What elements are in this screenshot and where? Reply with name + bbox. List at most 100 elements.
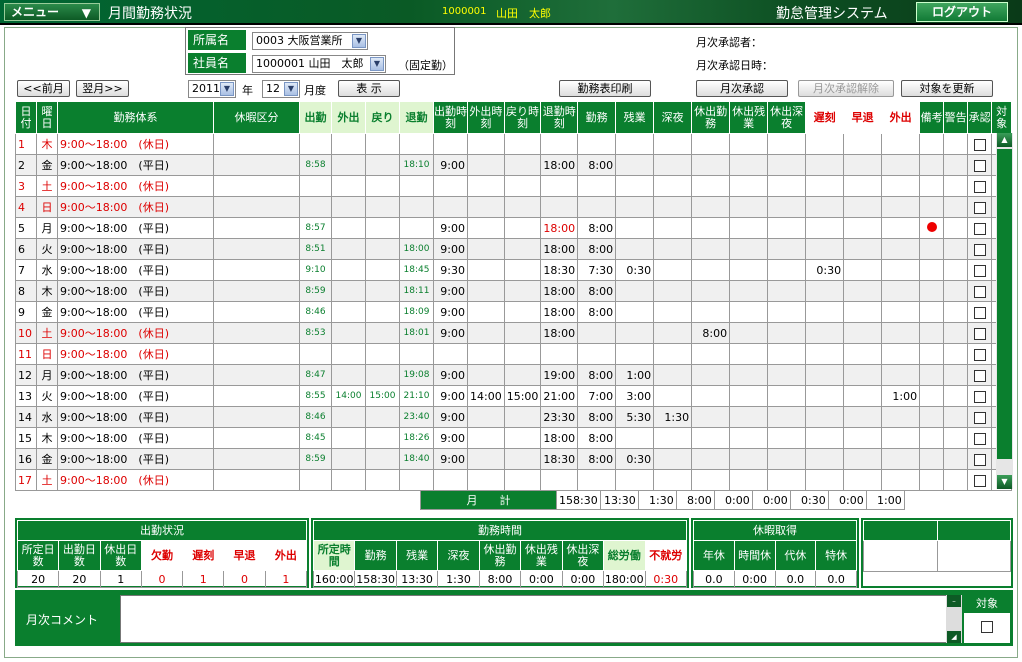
leave-type-cell bbox=[213, 196, 300, 218]
worktime-summary-value: 13:30 bbox=[395, 570, 439, 588]
approve-checkbox[interactable] bbox=[973, 222, 986, 235]
approve-checkbox[interactable] bbox=[973, 453, 986, 466]
cell-cout: 18:26 bbox=[399, 427, 434, 449]
approve-checkbox[interactable] bbox=[973, 411, 986, 424]
approve-checkbox-cell bbox=[967, 427, 993, 449]
grid-header: 出勤時刻 bbox=[433, 101, 468, 134]
table-row[interactable]: 10 土 9:00～18:00 (休日) 8:53 18:01 9:00 18:00 8:00 bbox=[15, 322, 1013, 344]
cell-outt bbox=[881, 427, 921, 449]
scroll-down-icon[interactable]: ◢ bbox=[947, 631, 961, 643]
approve-checkbox[interactable] bbox=[973, 390, 986, 403]
cell-cin bbox=[299, 196, 332, 218]
cell-outt bbox=[881, 343, 921, 365]
approve-checkbox-cell bbox=[967, 364, 993, 386]
approve-checkbox[interactable] bbox=[973, 159, 986, 172]
menu-button[interactable]: メニュー ▼ bbox=[4, 3, 100, 21]
monthly-comment-input[interactable] bbox=[120, 595, 958, 643]
cell-gout bbox=[331, 322, 366, 344]
day-cell: 2 bbox=[15, 154, 37, 176]
cell-gout bbox=[331, 406, 366, 428]
cell-gout bbox=[331, 301, 366, 323]
day-cell: 9 bbox=[15, 301, 37, 323]
weekday-cell: 火 bbox=[36, 238, 58, 260]
warning-cell bbox=[943, 238, 969, 260]
approve-checkbox[interactable] bbox=[973, 180, 986, 193]
comment-target-checkbox[interactable] bbox=[981, 621, 993, 633]
approve-checkbox[interactable] bbox=[973, 306, 986, 319]
table-row[interactable]: 8 木 9:00～18:00 (平日) 8:59 18:11 9:00 18:00 8:00 bbox=[15, 280, 1013, 302]
attendance-summary-header: 外出 bbox=[264, 540, 308, 571]
cell-work: 8:00 bbox=[577, 427, 617, 449]
grid-header: 備考 bbox=[919, 101, 945, 134]
cell-t_in bbox=[433, 343, 468, 365]
table-row[interactable]: 9 金 9:00～18:00 (平日) 8:46 18:09 9:00 18:00 8:00 bbox=[15, 301, 1013, 323]
cell-early bbox=[843, 469, 883, 491]
cell-night bbox=[653, 133, 693, 155]
total-outing: 1:00 bbox=[865, 490, 905, 510]
cell-night bbox=[653, 448, 693, 470]
note-dot-icon[interactable] bbox=[926, 221, 937, 232]
scroll-down-icon[interactable]: ▼ bbox=[997, 475, 1012, 489]
approve-checkbox[interactable] bbox=[973, 285, 986, 298]
office-select[interactable]: 0003 大阪営業所 ▼ bbox=[252, 32, 368, 50]
table-row[interactable]: 4 日 9:00～18:00 (休日) bbox=[15, 196, 1013, 218]
table-row[interactable]: 2 金 9:00～18:00 (平日) 8:58 18:10 9:00 18:00 8:00 bbox=[15, 154, 1013, 176]
approve-checkbox[interactable] bbox=[973, 432, 986, 445]
prev-month-button[interactable]: <<前月 bbox=[17, 80, 70, 97]
note-cell bbox=[919, 406, 945, 428]
approve-checkbox[interactable] bbox=[973, 201, 986, 214]
refresh-target-button[interactable]: 対象を更新 bbox=[901, 80, 993, 97]
weekday-cell: 月 bbox=[36, 217, 58, 239]
scroll-thumb[interactable] bbox=[997, 149, 1012, 459]
table-row[interactable]: 5 月 9:00～18:00 (平日) 8:57 9:00 18:00 8:00 bbox=[15, 217, 1013, 239]
cell-hn bbox=[767, 469, 807, 491]
cell-t_go bbox=[467, 196, 505, 218]
approve-checkbox[interactable] bbox=[973, 348, 986, 361]
employee-select[interactable]: 1000001 山田 太郎 ▼ bbox=[252, 55, 386, 73]
table-row[interactable]: 16 金 9:00～18:00 (平日) 8:59 18:40 9:00 18:30 8:00… bbox=[15, 448, 1013, 470]
table-row[interactable]: 11 日 9:00～18:00 (休日) bbox=[15, 343, 1013, 365]
table-row[interactable]: 12 月 9:00～18:00 (平日) 8:47 19:08 9:00 19:00 8:00… bbox=[15, 364, 1013, 386]
cell-night bbox=[653, 343, 693, 365]
comment-scrollbar[interactable]: – ◢ bbox=[946, 595, 962, 643]
note-cell bbox=[919, 364, 945, 386]
note-cell bbox=[919, 154, 945, 176]
display-button[interactable]: 表 示 bbox=[338, 80, 400, 97]
weekday-cell: 土 bbox=[36, 322, 58, 344]
cell-ot bbox=[615, 301, 655, 323]
year-select[interactable]: 2011 ▼ bbox=[188, 80, 236, 98]
cell-t_out: 18:00 bbox=[540, 238, 579, 260]
approve-checkbox[interactable] bbox=[973, 474, 986, 487]
approve-checkbox[interactable] bbox=[973, 243, 986, 256]
scroll-up-icon[interactable]: ▲ bbox=[997, 133, 1012, 147]
cell-cout: 19:08 bbox=[399, 364, 434, 386]
table-row[interactable]: 7 水 9:00～18:00 (平日) 9:10 18:45 9:30 18:30 7:30 0… bbox=[15, 259, 1013, 281]
cell-gout bbox=[331, 133, 366, 155]
note-cell bbox=[919, 280, 945, 302]
table-row[interactable]: 15 木 9:00～18:00 (平日) 8:45 18:26 9:00 18:00 8:00 bbox=[15, 427, 1013, 449]
table-row[interactable]: 3 土 9:00～18:00 (休日) bbox=[15, 175, 1013, 197]
logout-button[interactable]: ログアウト bbox=[916, 2, 1008, 22]
cell-gout bbox=[331, 196, 366, 218]
cell-gback bbox=[365, 301, 400, 323]
table-row[interactable]: 6 火 9:00～18:00 (平日) 8:51 18:00 9:00 18:00 8:00 bbox=[15, 238, 1013, 260]
table-row[interactable]: 13 火 9:00～18:00 (平日) 8:55 14:00 15:00 21:10 9:0… bbox=[15, 385, 1013, 407]
approve-button[interactable]: 月次承認 bbox=[696, 80, 788, 97]
cell-hn bbox=[767, 238, 807, 260]
grid-scrollbar[interactable]: ▲ ▼ bbox=[996, 133, 1013, 489]
cell-hn bbox=[767, 406, 807, 428]
table-row[interactable]: 17 土 9:00～18:00 (休日) bbox=[15, 469, 1013, 491]
approve-checkbox[interactable] bbox=[973, 264, 986, 277]
approve-checkbox[interactable] bbox=[973, 369, 986, 382]
worktime-summary-header: 不就労 bbox=[644, 540, 687, 571]
approve-checkbox[interactable] bbox=[973, 138, 986, 151]
weekday-cell: 木 bbox=[36, 133, 58, 155]
approve-checkbox[interactable] bbox=[973, 327, 986, 340]
table-row[interactable]: 1 木 9:00～18:00 (休日) bbox=[15, 133, 1013, 155]
table-row[interactable]: 14 水 9:00～18:00 (平日) 8:46 23:40 9:00 23:30 8:00… bbox=[15, 406, 1013, 428]
print-button[interactable]: 勤務表印刷 bbox=[559, 80, 651, 97]
next-month-button[interactable]: 翌月>> bbox=[76, 80, 129, 97]
cell-cin: 8:51 bbox=[299, 238, 332, 260]
month-select[interactable]: 12 ▼ bbox=[262, 80, 300, 98]
scroll-up-icon[interactable]: – bbox=[947, 595, 961, 607]
